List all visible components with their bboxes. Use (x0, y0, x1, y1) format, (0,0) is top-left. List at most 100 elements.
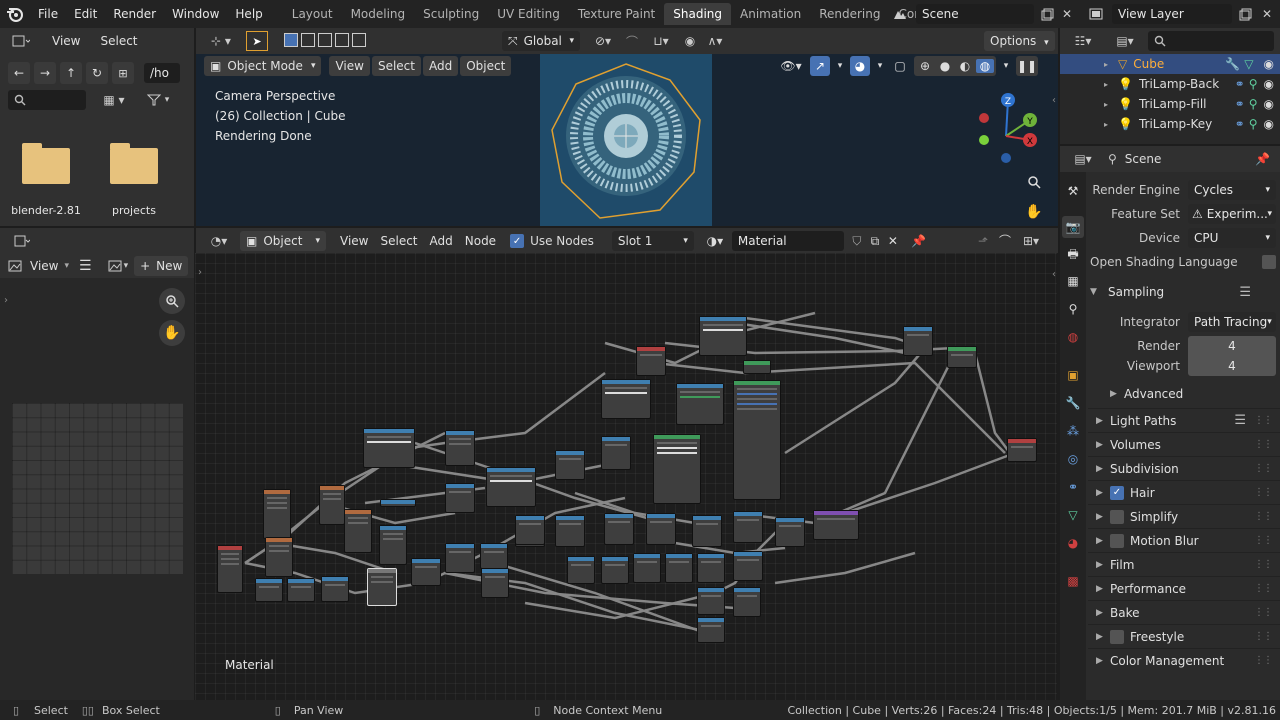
outliner-row[interactable]: ▸ ▽ Cube 🔧 ▽ ◉ (1060, 54, 1280, 74)
tool-tab-icon[interactable]: ⚒ (1064, 182, 1082, 200)
menu-file[interactable]: File (30, 0, 66, 28)
panel-color-management[interactable]: ▶ Color Management ⋮⋮ (1088, 648, 1280, 672)
file-path-input[interactable]: /ho (144, 63, 180, 83)
node[interactable] (380, 499, 416, 507)
list-icon[interactable]: ☰ (1234, 413, 1246, 428)
node[interactable] (367, 568, 397, 606)
copy-scene-icon[interactable] (1038, 4, 1056, 24)
node[interactable] (344, 509, 372, 553)
node[interactable] (445, 483, 475, 513)
new-folder-icon[interactable]: ⊞ (112, 62, 134, 84)
snap-icon[interactable]: ⌒ (996, 232, 1014, 249)
pivot-icon[interactable]: ⊘▾ (588, 32, 618, 50)
pin-icon[interactable]: 📌 (1255, 152, 1270, 166)
falloff-icon[interactable]: ∧▾ (702, 32, 728, 50)
xray-icon[interactable]: ▢ (890, 56, 910, 76)
tab-rendering[interactable]: Rendering (810, 3, 889, 25)
node[interactable] (319, 485, 345, 525)
tab-shading[interactable]: Shading (664, 3, 731, 25)
node[interactable] (263, 489, 291, 539)
node-view-menu[interactable]: View (334, 231, 374, 251)
render-tab-icon[interactable]: 📷 (1062, 216, 1084, 238)
drag-handle-icon[interactable]: ⋮⋮ (1254, 607, 1273, 618)
node-canvas[interactable]: Material (195, 253, 1057, 700)
node[interactable] (947, 346, 977, 368)
file-select-menu[interactable]: Select (94, 31, 143, 51)
transform-orientation-dropdown[interactable]: ⤧ Global ▾ (502, 31, 580, 51)
node[interactable] (411, 558, 441, 586)
outliner-row[interactable]: ▸ 💡 TriLamp-Key ⚭ ⚲ ◉ (1060, 114, 1280, 134)
drag-handle-icon[interactable]: ⋮⋮ (1254, 655, 1273, 666)
image-view-menu[interactable]: View (24, 256, 64, 276)
back-arrow-icon[interactable]: ← (8, 62, 30, 84)
node[interactable] (567, 556, 595, 584)
file-search-input[interactable] (8, 90, 86, 110)
use-nodes-checkbox[interactable]: ✓ (510, 234, 525, 248)
close-view-layer-icon[interactable]: ✕ (1258, 4, 1276, 24)
scene-icon[interactable] (888, 4, 912, 24)
display-mode-icon[interactable]: ▤▾ (1110, 34, 1140, 48)
shading-dropdown-icon[interactable]: ▾ (1000, 56, 1012, 76)
gizmo-toggle-icon[interactable]: ↗ (810, 56, 830, 76)
snap-node-icon[interactable]: ⊞▾ (1018, 234, 1044, 248)
modifier-tab-icon[interactable]: 🔧 (1064, 394, 1082, 412)
list-icon[interactable]: ☰ (1239, 285, 1251, 300)
parent-dir-icon[interactable]: ↑ (60, 62, 82, 84)
pause-render-icon[interactable]: ❚❚ (1016, 56, 1038, 76)
panel-bake[interactable]: ▶ Bake ⋮⋮ (1088, 600, 1280, 624)
parent-node-icon[interactable]: ⬏ (974, 234, 992, 248)
filter-icon[interactable]: ▾ (140, 90, 176, 110)
wireframe-shading-icon[interactable]: ⊕ (916, 59, 934, 73)
tab-sculpting[interactable]: Sculpting (414, 3, 488, 25)
tab-modeling[interactable]: Modeling (342, 3, 415, 25)
close-scene-icon[interactable]: ✕ (1058, 4, 1076, 24)
sampling-panel-header[interactable]: ▼ Sampling ☰ (1088, 280, 1280, 304)
panel-hair[interactable]: ▶ ✓ Hair ⋮⋮ (1088, 480, 1280, 504)
output-tab-icon[interactable]: 🖶 (1064, 246, 1082, 264)
node[interactable] (733, 551, 763, 581)
refresh-icon[interactable]: ↻ (86, 62, 108, 84)
drag-handle-icon[interactable]: ⋮⋮ (1254, 535, 1273, 546)
node[interactable] (813, 510, 859, 540)
editor-type-icon[interactable] (8, 235, 36, 247)
node[interactable] (217, 545, 243, 593)
node[interactable] (646, 513, 676, 545)
drag-handle-icon[interactable]: ⋮⋮ (1254, 583, 1273, 594)
navigation-gizmo[interactable]: Z Y X (974, 90, 1044, 164)
node[interactable] (601, 556, 629, 584)
panel-simplify[interactable]: ▶ Simplify ⋮⋮ (1088, 504, 1280, 528)
overlay-toggle-icon[interactable]: ◕ (850, 56, 870, 76)
chevron-right-icon[interactable]: › (196, 266, 204, 278)
node[interactable] (692, 515, 722, 547)
drag-handle-icon[interactable]: ⋮⋮ (1254, 439, 1273, 450)
panel-freestyle[interactable]: ▶ Freestyle ⋮⋮ (1088, 624, 1280, 648)
slot-dropdown[interactable]: Slot 1 ▾ (611, 231, 694, 251)
node[interactable] (265, 537, 293, 577)
menu-edit[interactable]: Edit (66, 0, 105, 28)
drag-handle-icon[interactable]: ⋮⋮ (1254, 511, 1273, 522)
node[interactable] (733, 511, 763, 543)
drag-handle-icon[interactable]: ⋮⋮ (1254, 487, 1273, 498)
tab-layout[interactable]: Layout (283, 3, 342, 25)
node[interactable] (363, 428, 415, 468)
display-mode-icon[interactable]: ▦ ▾ (96, 90, 132, 110)
scene-tab-icon[interactable]: ⚲ (1064, 300, 1082, 318)
drag-handle-icon[interactable]: ⋮⋮ (1254, 631, 1273, 642)
proportional-edit-icon[interactable]: ◉ (680, 32, 700, 50)
node[interactable] (653, 434, 701, 504)
render-samples-field[interactable]: 4 (1188, 336, 1276, 356)
options-dropdown[interactable]: Options ▾ (984, 31, 1055, 51)
select-mode-icons[interactable] (284, 33, 366, 47)
tab-uv-editing[interactable]: UV Editing (488, 3, 569, 25)
panel-motion-blur[interactable]: ▶ Motion Blur ⋮⋮ (1088, 528, 1280, 552)
scene-field[interactable]: Scene (916, 4, 1034, 24)
viewport-select-menu[interactable]: Select (371, 56, 421, 76)
node[interactable] (555, 515, 585, 547)
panel-volumes[interactable]: ▶ Volumes ⋮⋮ (1088, 432, 1280, 456)
material-shading-icon[interactable]: ◐ (956, 59, 974, 73)
viewport-object-menu[interactable]: Object (460, 56, 512, 76)
viewport[interactable]: ▣ Object Mode ▾ View Select Add Object 👁… (196, 54, 1058, 226)
eye-icon[interactable]: ◉ (1264, 97, 1274, 111)
chevron-left-icon[interactable]: ‹ (1050, 94, 1058, 106)
menu-help[interactable]: Help (227, 0, 270, 28)
